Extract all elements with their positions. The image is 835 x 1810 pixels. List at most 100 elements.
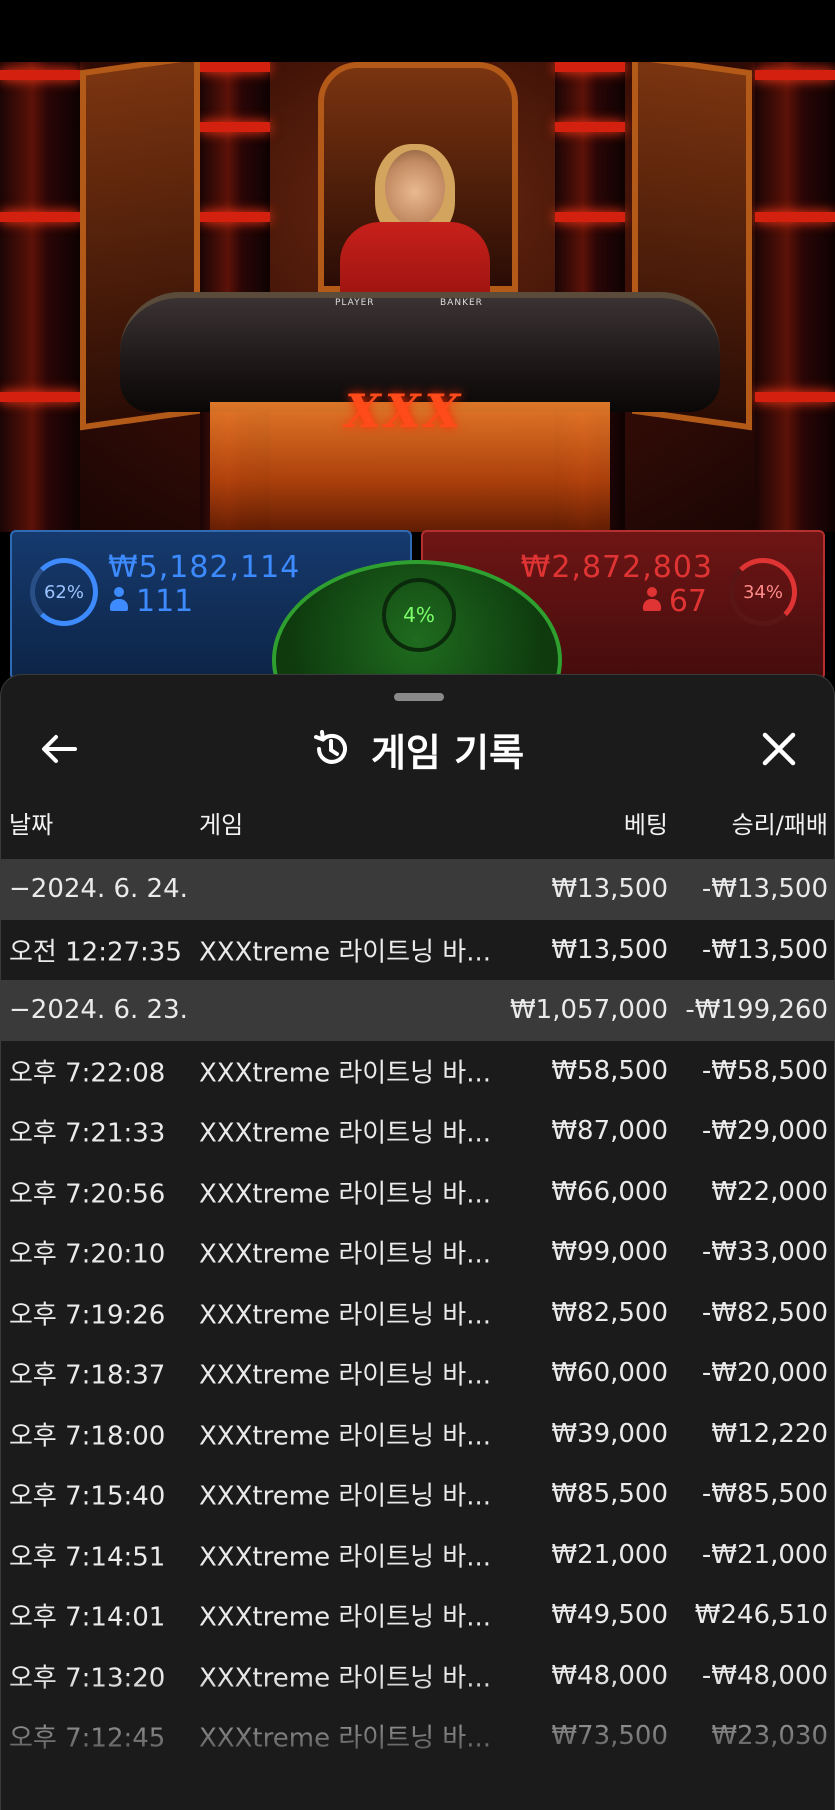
game-record-row[interactable]: 오후 7:20:56 XXXtreme 라이트닝 바... ₩66,000 ₩22,0…	[1, 1162, 834, 1223]
game-record-row[interactable]: 오후 7:22:08 XXXtreme 라이트닝 바... ₩58,500 -₩58,…	[1, 1041, 834, 1102]
column-result: 승리/패배	[731, 811, 828, 839]
player-percent-gauge: 62%	[30, 558, 98, 626]
row-game: XXXtreme 라이트닝 바...	[199, 1723, 491, 1754]
row-result: -₩82,500	[701, 1297, 828, 1328]
player-percent: 62%	[43, 581, 84, 603]
decor-pillar	[0, 62, 80, 532]
row-bet: ₩13,500	[551, 874, 668, 905]
row-bet: ₩73,500	[551, 1721, 668, 1752]
history-list: −2024. 6. 24. ₩13,500 -₩13,500 오전 12:27:35 X…	[1, 859, 834, 1767]
row-game: XXXtreme 라이트닝 바...	[199, 937, 491, 968]
row-bet: ₩21,000	[551, 1539, 668, 1570]
xxx-logo: XXX	[345, 384, 465, 438]
game-record-row[interactable]: 오전 12:27:35 XXXtreme 라이트닝 바... ₩13,500 -₩13…	[1, 920, 834, 981]
date-group-row[interactable]: −2024. 6. 24. ₩13,500 -₩13,500	[1, 859, 834, 920]
player-count: 111	[110, 584, 193, 619]
row-result: -₩20,000	[701, 1358, 828, 1389]
row-game: XXXtreme 라이트닝 바...	[199, 1542, 491, 1573]
row-date: 오후 7:14:01	[9, 1602, 166, 1633]
game-record-row[interactable]: 오후 7:21:33 XXXtreme 라이트닝 바... ₩87,000 -₩29,…	[1, 1101, 834, 1162]
row-bet: ₩99,000	[551, 1237, 668, 1268]
live-dealer-video: PLAYER BANKER XXX	[0, 62, 835, 532]
game-record-row[interactable]: 오후 7:20:10 XXXtreme 라이트닝 바... ₩99,000 -₩33,…	[1, 1222, 834, 1283]
banker-percent: 34%	[742, 581, 783, 603]
row-date: 오후 7:20:56	[9, 1179, 166, 1210]
row-date: 오후 7:18:37	[9, 1360, 166, 1391]
row-game: XXXtreme 라이트닝 바...	[199, 1058, 491, 1089]
row-result: ₩23,030	[711, 1721, 828, 1752]
player-amount: ₩5,182,114	[108, 550, 301, 585]
row-result: -₩13,500	[701, 934, 828, 965]
row-result: ₩12,220	[711, 1418, 828, 1449]
row-bet: ₩58,500	[551, 1055, 668, 1086]
row-game: XXXtreme 라이트닝 바...	[199, 1239, 491, 1270]
game-record-row[interactable]: 오후 7:14:51 XXXtreme 라이트닝 바... ₩21,000 -₩21,…	[1, 1525, 834, 1586]
banker-percent-gauge: 34%	[729, 558, 797, 626]
sheet-title-group: 게임 기록	[1, 721, 834, 777]
row-bet: ₩1,057,000	[509, 995, 668, 1026]
tie-percent-gauge: 4%	[382, 578, 456, 652]
close-button[interactable]	[751, 721, 807, 777]
row-date: 오후 7:22:08	[9, 1058, 166, 1089]
game-history-sheet: 게임 기록 날짜 게임 베팅 승리/패배 −2024. 6. 24. ₩13,50…	[0, 674, 835, 1810]
game-record-row[interactable]: 오후 7:12:45 XXXtreme 라이트닝 바... ₩73,500 ₩23,0…	[1, 1706, 834, 1767]
row-result: -₩48,000	[701, 1660, 828, 1691]
column-date: 날짜	[9, 811, 54, 839]
sheet-header: 게임 기록	[1, 701, 834, 791]
row-bet: ₩82,500	[551, 1297, 668, 1328]
close-icon	[762, 732, 796, 766]
row-result: -₩33,000	[701, 1237, 828, 1268]
row-game: XXXtreme 라이트닝 바...	[199, 1179, 491, 1210]
row-bet: ₩66,000	[551, 1176, 668, 1207]
row-game: XXXtreme 라이트닝 바...	[199, 1360, 491, 1391]
row-result: -₩58,500	[701, 1055, 828, 1086]
game-record-row[interactable]: 오후 7:18:00 XXXtreme 라이트닝 바... ₩39,000 ₩12,2…	[1, 1404, 834, 1465]
row-bet: ₩60,000	[551, 1358, 668, 1389]
row-result: -₩21,000	[701, 1539, 828, 1570]
row-result: ₩22,000	[711, 1176, 828, 1207]
table-label-banker: BANKER	[440, 298, 483, 308]
row-game: XXXtreme 라이트닝 바...	[199, 1300, 491, 1331]
row-bet: ₩87,000	[551, 1116, 668, 1147]
row-result: -₩85,500	[701, 1479, 828, 1510]
row-result: -₩13,500	[701, 874, 828, 905]
game-record-row[interactable]: 오후 7:13:20 XXXtreme 라이트닝 바... ₩48,000 -₩48,…	[1, 1646, 834, 1707]
game-record-row[interactable]: 오후 7:19:26 XXXtreme 라이트닝 바... ₩82,500 -₩82,…	[1, 1283, 834, 1344]
game-record-row[interactable]: 오후 7:14:01 XXXtreme 라이트닝 바... ₩49,500 ₩246,…	[1, 1585, 834, 1646]
row-date: 오후 7:14:51	[9, 1542, 166, 1573]
banker-amount: ₩2,872,803	[520, 550, 713, 585]
row-date: 오후 7:13:20	[9, 1663, 166, 1694]
row-bet: ₩13,500	[551, 934, 668, 965]
row-date: −2024. 6. 23.	[9, 995, 188, 1026]
row-game: XXXtreme 라이트닝 바...	[199, 1481, 491, 1512]
row-date: 오후 7:18:00	[9, 1421, 166, 1452]
game-record-row[interactable]: 오후 7:18:37 XXXtreme 라이트닝 바... ₩60,000 -₩20,…	[1, 1343, 834, 1404]
row-result: -₩199,260	[685, 995, 828, 1026]
decor-pillar	[755, 62, 835, 532]
user-icon	[110, 587, 128, 613]
bet-stats: 62% ₩5,182,114 111 ₩2,872,803 67 34% 4%	[0, 528, 835, 760]
game-record-row[interactable]: 오후 7:15:40 XXXtreme 라이트닝 바... ₩85,500 -₩85,…	[1, 1464, 834, 1525]
banker-count: 67	[642, 584, 707, 619]
row-date: 오후 7:21:33	[9, 1118, 166, 1149]
row-game: XXXtreme 라이트닝 바...	[199, 1118, 491, 1149]
date-group-row[interactable]: −2024. 6. 23. ₩1,057,000 -₩199,260	[1, 980, 834, 1041]
row-game: XXXtreme 라이트닝 바...	[199, 1421, 491, 1452]
sheet-title: 게임 기록	[370, 730, 525, 775]
row-bet: ₩48,000	[551, 1660, 668, 1691]
drag-handle[interactable]	[394, 693, 444, 701]
dealer-face	[385, 150, 445, 226]
row-date: 오후 7:19:26	[9, 1300, 166, 1331]
column-game: 게임	[199, 811, 244, 839]
history-icon	[313, 730, 347, 764]
row-date: 오후 7:20:10	[9, 1239, 166, 1270]
row-date: −2024. 6. 24.	[9, 874, 188, 905]
row-result: ₩246,510	[694, 1600, 828, 1631]
tie-percent: 4%	[403, 603, 435, 627]
row-game: XXXtreme 라이트닝 바...	[199, 1602, 491, 1633]
column-bet: 베팅	[623, 811, 668, 839]
status-bar	[0, 0, 835, 62]
row-bet: ₩49,500	[551, 1600, 668, 1631]
row-game: XXXtreme 라이트닝 바...	[199, 1663, 491, 1694]
user-icon	[642, 587, 661, 613]
